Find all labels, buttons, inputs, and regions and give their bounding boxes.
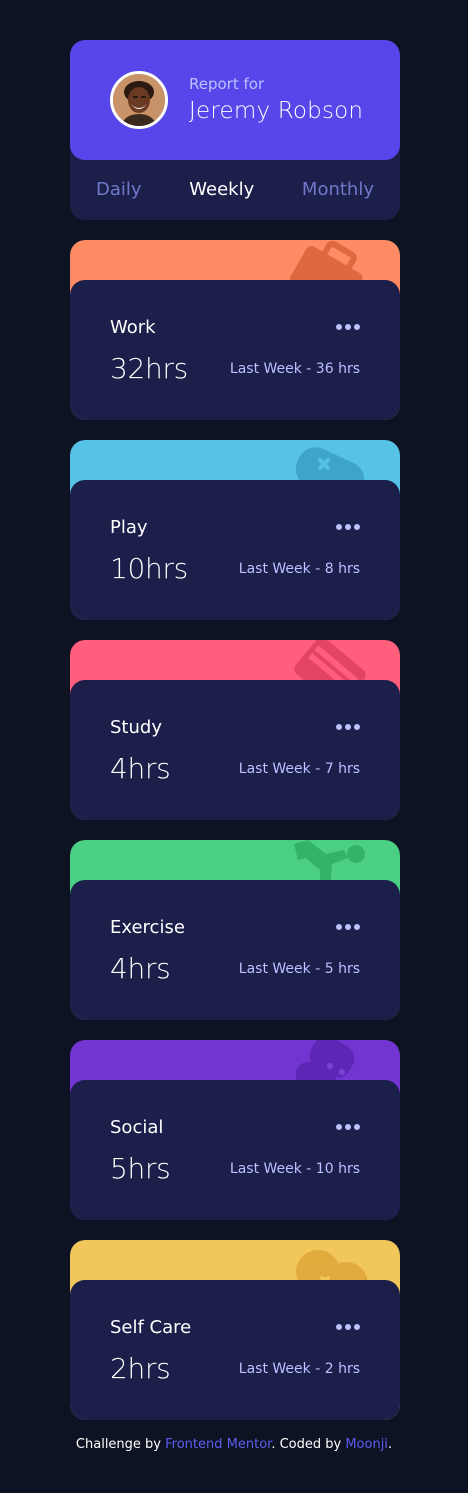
previous-hours: Last Week - 5 hrs bbox=[238, 960, 360, 977]
card-title: Self Care bbox=[110, 1316, 192, 1338]
current-hours: 10hrs bbox=[110, 552, 188, 585]
more-options-icon[interactable] bbox=[336, 720, 360, 734]
more-options-icon[interactable] bbox=[336, 1320, 360, 1334]
footer-middle: . Coded by bbox=[271, 1437, 346, 1452]
attribution-footer: Challenge by Frontend Mentor. Coded by M… bbox=[0, 1437, 468, 1452]
author-link[interactable]: Moonji bbox=[345, 1437, 388, 1452]
avatar-image bbox=[113, 74, 165, 126]
tab-monthly[interactable]: Monthly bbox=[302, 179, 374, 201]
card-body: Exercise 4hrs Last Week - 5 hrs bbox=[70, 880, 400, 1020]
more-options-icon[interactable] bbox=[336, 520, 360, 534]
current-hours: 4hrs bbox=[110, 952, 171, 985]
more-options-icon[interactable] bbox=[336, 920, 360, 934]
card-title: Study bbox=[110, 716, 162, 738]
current-hours: 5hrs bbox=[110, 1152, 171, 1185]
footer-suffix: . bbox=[387, 1437, 393, 1452]
current-hours: 32hrs bbox=[110, 352, 188, 385]
previous-hours: Last Week - 8 hrs bbox=[238, 560, 360, 577]
current-hours: 4hrs bbox=[110, 752, 171, 785]
previous-hours: Last Week - 2 hrs bbox=[238, 1360, 360, 1377]
user-name: Jeremy Robson bbox=[189, 98, 364, 124]
card-title: Play bbox=[110, 516, 148, 538]
more-options-icon[interactable] bbox=[336, 1120, 360, 1134]
tab-weekly[interactable]: Weekly bbox=[189, 179, 254, 201]
previous-hours: Last Week - 7 hrs bbox=[238, 760, 360, 777]
card-body: Play 10hrs Last Week - 8 hrs bbox=[70, 480, 400, 620]
profile-card: Report for Jeremy Robson Daily Weekly Mo… bbox=[70, 40, 400, 220]
profile-header: Report for Jeremy Robson bbox=[70, 40, 400, 160]
card-title: Work bbox=[110, 316, 156, 338]
dashboard: Report for Jeremy Robson Daily Weekly Mo… bbox=[70, 40, 400, 1420]
card-title: Social bbox=[110, 1116, 164, 1138]
activity-card-work: Work 32hrs Last Week - 36 hrs bbox=[70, 240, 400, 420]
activity-card-self-care: Self Care 2hrs Last Week - 2 hrs bbox=[70, 1240, 400, 1420]
tab-daily[interactable]: Daily bbox=[96, 179, 142, 201]
report-for-label: Report for bbox=[189, 75, 265, 93]
current-hours: 2hrs bbox=[110, 1352, 171, 1385]
card-body: Work 32hrs Last Week - 36 hrs bbox=[70, 280, 400, 420]
card-body: Social 5hrs Last Week - 10 hrs bbox=[70, 1080, 400, 1220]
card-body: Study 4hrs Last Week - 7 hrs bbox=[70, 680, 400, 820]
card-title: Exercise bbox=[110, 916, 185, 938]
avatar bbox=[110, 71, 168, 129]
activity-card-study: Study 4hrs Last Week - 7 hrs bbox=[70, 640, 400, 820]
card-body: Self Care 2hrs Last Week - 2 hrs bbox=[70, 1280, 400, 1420]
footer-prefix: Challenge by bbox=[75, 1437, 166, 1452]
timeframe-tabs: Daily Weekly Monthly bbox=[70, 160, 400, 220]
more-options-icon[interactable] bbox=[336, 320, 360, 334]
activity-card-social: Social 5hrs Last Week - 10 hrs bbox=[70, 1040, 400, 1220]
previous-hours: Last Week - 36 hrs bbox=[229, 360, 360, 377]
frontend-mentor-link[interactable]: Frontend Mentor bbox=[165, 1437, 271, 1452]
activity-card-play: Play 10hrs Last Week - 8 hrs bbox=[70, 440, 400, 620]
activity-card-exercise: Exercise 4hrs Last Week - 5 hrs bbox=[70, 840, 400, 1020]
previous-hours: Last Week - 10 hrs bbox=[229, 1160, 360, 1177]
